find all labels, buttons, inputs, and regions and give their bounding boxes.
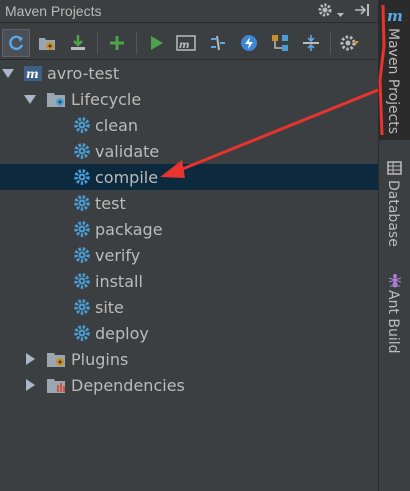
hide-panel-icon[interactable] — [354, 3, 372, 21]
goal-gear-icon — [73, 298, 91, 316]
goal-label: validate — [95, 141, 160, 161]
goal-label: install — [95, 271, 143, 291]
toggle-offline-icon — [211, 35, 225, 50]
goal-verify[interactable]: verify — [0, 242, 378, 268]
maven-goal-icon: m — [176, 34, 196, 51]
collapse-all-icon — [303, 34, 319, 51]
toggle-offline-button[interactable] — [204, 29, 232, 57]
expand-arrow-icon[interactable] — [24, 95, 36, 104]
goal-deploy[interactable]: deploy — [0, 320, 378, 346]
expand-arrow-icon[interactable] — [26, 353, 35, 365]
dependencies-folder-icon — [47, 376, 65, 394]
goal-label: site — [95, 297, 124, 317]
maven-settings-button[interactable] — [336, 29, 364, 57]
show-dependencies-icon — [272, 34, 288, 51]
skip-tests-button[interactable] — [235, 29, 263, 57]
header-actions — [317, 2, 372, 22]
maven-projects-tree: m avro-test Lifecycle clean validate com… — [0, 60, 378, 491]
show-dependencies-button[interactable] — [266, 29, 294, 57]
svg-text:m: m — [387, 8, 403, 24]
goal-test[interactable]: test — [0, 190, 378, 216]
goal-gear-icon — [73, 142, 91, 160]
toolbar-separator — [97, 31, 98, 54]
ant-build-tab[interactable]: Ant Build — [379, 268, 410, 368]
reimport-icon — [9, 35, 24, 50]
right-tool-stripe: m Maven Projects Database Ant Build — [378, 0, 410, 491]
goal-site[interactable]: site — [0, 294, 378, 320]
tree-node-project[interactable]: m avro-test — [0, 60, 378, 86]
goal-label: compile — [95, 167, 159, 187]
toolbar-separator — [136, 31, 137, 54]
plugins-folder-icon — [47, 350, 65, 368]
maven-project-icon: m — [24, 64, 42, 82]
project-label: avro-test — [47, 63, 120, 83]
goal-gear-icon — [73, 324, 91, 342]
tool-window-title: Maven Projects — [5, 3, 102, 19]
ant-icon — [387, 272, 403, 292]
goal-gear-icon — [73, 220, 91, 238]
skip-tests-icon — [241, 34, 257, 51]
tree-node-lifecycle[interactable]: Lifecycle — [0, 86, 378, 112]
goal-label: clean — [95, 115, 139, 135]
goal-gear-icon — [73, 168, 91, 186]
tree-node-dependencies[interactable]: Dependencies — [0, 372, 378, 398]
goal-clean[interactable]: clean — [0, 112, 378, 138]
collapse-all-button[interactable] — [297, 29, 325, 57]
database-tab-label: Database — [385, 180, 401, 247]
goal-compile[interactable]: compile — [0, 164, 378, 190]
goal-install[interactable]: install — [0, 268, 378, 294]
goal-gear-icon — [73, 272, 91, 290]
maven-projects-tab-label: Maven Projects — [385, 28, 401, 135]
plugins-label: Plugins — [71, 349, 129, 369]
goal-gear-icon — [73, 246, 91, 264]
tool-window-header: Maven Projects — [0, 0, 378, 23]
goal-gear-icon — [73, 116, 91, 134]
maven-projects-tab[interactable]: m Maven Projects — [379, 0, 410, 140]
maven-tool-window: Maven Projects m m avro-test Lifecycle c… — [0, 0, 410, 491]
run-build-button[interactable] — [142, 29, 170, 57]
maven-toolbar: m — [0, 26, 378, 60]
svg-text:m: m — [179, 40, 189, 51]
ant-build-tab-label: Ant Build — [385, 290, 401, 354]
reimport-button[interactable] — [2, 28, 30, 57]
download-sources-button[interactable] — [64, 29, 92, 57]
goal-label: deploy — [95, 323, 149, 343]
settings-icon — [340, 35, 359, 50]
expand-arrow-icon[interactable] — [2, 69, 14, 78]
goal-label: test — [95, 193, 126, 213]
settings-gear-icon[interactable] — [317, 2, 344, 22]
download-icon — [71, 34, 85, 50]
add-icon — [110, 35, 124, 50]
execute-goal-button[interactable]: m — [173, 29, 201, 57]
database-icon — [387, 160, 403, 180]
svg-text:m: m — [26, 67, 39, 81]
run-icon — [151, 35, 163, 50]
expand-arrow-icon[interactable] — [26, 379, 35, 391]
goal-validate[interactable]: validate — [0, 138, 378, 164]
lifecycle-label: Lifecycle — [71, 89, 142, 109]
dependencies-label: Dependencies — [71, 375, 185, 395]
add-projects-button[interactable] — [103, 29, 131, 57]
goal-label: package — [95, 219, 163, 239]
tree-node-plugins[interactable]: Plugins — [0, 346, 378, 372]
generate-sources-icon — [39, 37, 55, 50]
lifecycle-folder-icon — [47, 90, 65, 108]
generate-sources-button[interactable] — [33, 29, 61, 57]
goal-gear-icon — [73, 194, 91, 212]
goal-label: verify — [95, 245, 141, 265]
toolbar-separator — [330, 31, 331, 54]
goal-package[interactable]: package — [0, 216, 378, 242]
database-tab[interactable]: Database — [379, 156, 410, 256]
maven-icon: m — [387, 7, 403, 28]
